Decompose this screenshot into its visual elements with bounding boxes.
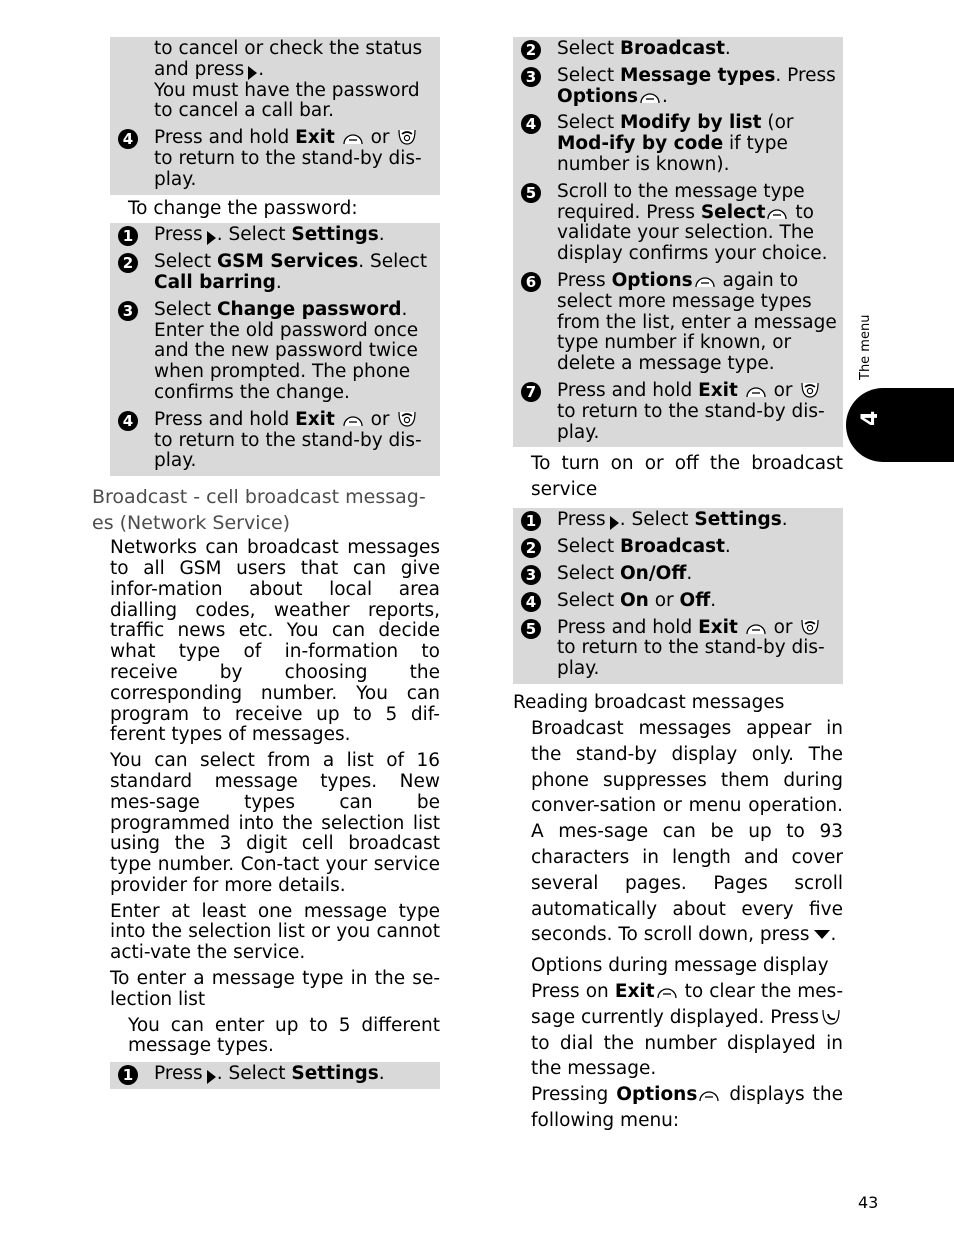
right-arrow-key-icon bbox=[248, 65, 258, 80]
step-item: 4 Press and hold Exit or to return to th… bbox=[110, 127, 440, 190]
softkey-icon bbox=[343, 413, 363, 427]
step-item: 2 Select GSM Services. Select Call barri… bbox=[110, 251, 440, 294]
exit-paragraph: Press on Exit to clear the mes-sage curr… bbox=[531, 981, 844, 1080]
step-number-badge: 4 bbox=[118, 410, 138, 431]
step-item: 7 Press and hold Exit or to return to th… bbox=[513, 380, 843, 443]
end-call-key-icon bbox=[800, 381, 820, 399]
page-number: 43 bbox=[858, 1193, 879, 1212]
softkey-icon bbox=[695, 274, 715, 288]
step-item: 1 Press. Select Settings. bbox=[513, 509, 843, 532]
step-item: 3 Select On/Off. bbox=[513, 563, 843, 585]
step-item: 2 Select Broadcast. bbox=[513, 536, 843, 559]
reading-heading: Reading broadcast messages bbox=[513, 691, 785, 713]
step-item: 2 Select Broadcast. bbox=[513, 38, 843, 60]
step-number-badge: 7 bbox=[521, 381, 541, 402]
step-continuation: to cancel or check the status and press.… bbox=[154, 38, 423, 122]
softkey-icon bbox=[640, 90, 660, 104]
change-password-label: To change the password: bbox=[128, 197, 358, 219]
step-number-badge: 4 bbox=[118, 129, 138, 150]
step-item: 3 Select Change password. Enter the old … bbox=[110, 299, 440, 404]
step-number-badge: 1 bbox=[521, 511, 541, 532]
note: You can enter up to 5 different message … bbox=[128, 1014, 440, 1057]
step-item: 6 Press Options again to select more mes… bbox=[513, 270, 843, 375]
right-arrow-key-icon bbox=[206, 231, 216, 246]
step-number-badge: 2 bbox=[118, 253, 138, 274]
softkey-icon bbox=[767, 206, 787, 220]
paragraph: Enter at least one message type into the… bbox=[110, 900, 440, 964]
step-number-badge: 3 bbox=[118, 300, 138, 321]
step-number-badge: 6 bbox=[521, 271, 541, 292]
step-number-badge: 1 bbox=[118, 226, 138, 247]
step-item: 1 Press. Select Settings. bbox=[110, 224, 440, 247]
step-item: 3 Select Message types. Press Options. bbox=[513, 65, 843, 108]
change-password-steps-box: 1 Press. Select Settings. 2 Select GSM S… bbox=[110, 223, 440, 477]
softkey-icon bbox=[746, 621, 766, 635]
onoff-steps-box: 1 Press. Select Settings. 2 Select Broad… bbox=[513, 508, 843, 684]
end-call-key-icon bbox=[397, 410, 417, 428]
paragraph: Networks can broadcast messages to all G… bbox=[110, 537, 440, 746]
chapter-number: 4 bbox=[858, 410, 883, 426]
down-arrow-key-icon bbox=[813, 930, 830, 940]
onoff-label: To turn on or off the broadcast service bbox=[531, 453, 843, 501]
step-number-badge: 3 bbox=[521, 564, 541, 585]
step-number-badge: 2 bbox=[521, 538, 541, 559]
softkey-icon bbox=[343, 131, 363, 145]
right-arrow-key-icon bbox=[609, 516, 619, 531]
softkey-icon bbox=[657, 985, 677, 999]
right-column: 2 Select Broadcast. 3 Select Message typ… bbox=[513, 37, 843, 1139]
end-call-key-icon bbox=[800, 618, 820, 636]
step-item: 1 Press. Select Settings. bbox=[110, 1063, 440, 1086]
call-bar-steps-box: to cancel or check the status and press.… bbox=[110, 37, 440, 195]
options-paragraph: Pressing Options displays the following … bbox=[531, 1084, 844, 1132]
step-item: 4 Press and hold Exit or to return to th… bbox=[110, 409, 440, 472]
step-number-badge: 1 bbox=[118, 1065, 138, 1086]
step-number-badge: 4 bbox=[521, 591, 541, 612]
softkey-icon bbox=[699, 1088, 719, 1102]
step-number-badge: 3 bbox=[521, 66, 541, 87]
call-key-icon bbox=[821, 1008, 841, 1026]
chapter-label: The menu bbox=[858, 314, 873, 380]
left-column: to cancel or check the status and press.… bbox=[92, 37, 440, 1090]
step-number-badge: 2 bbox=[521, 40, 541, 60]
step-number-badge: 5 bbox=[521, 182, 541, 203]
enter-type-steps-box: 1 Press. Select Settings. bbox=[110, 1062, 440, 1090]
reading-paragraph: Broadcast messages appear in the stand-b… bbox=[531, 717, 843, 946]
options-heading: Options during message display bbox=[531, 955, 829, 977]
step-item: 5 Scroll to the message type required. P… bbox=[513, 181, 843, 265]
end-call-key-icon bbox=[397, 128, 417, 146]
step-number-badge: 5 bbox=[521, 618, 541, 639]
section-heading: Broadcast - cell broadcast messag-es (Ne… bbox=[92, 486, 426, 535]
right-arrow-key-icon bbox=[206, 1070, 216, 1085]
step-item: 4 Select On or Off. bbox=[513, 590, 843, 612]
step-number-badge: 4 bbox=[521, 114, 541, 135]
step-item: 5 Press and hold Exit or to return to th… bbox=[513, 617, 843, 680]
paragraph: To enter a message type in the se-lectio… bbox=[110, 968, 440, 1010]
paragraph: You can select from a list of 16 standar… bbox=[110, 750, 440, 896]
message-type-steps-box: 2 Select Broadcast. 3 Select Message typ… bbox=[513, 37, 843, 448]
softkey-icon bbox=[746, 384, 766, 398]
step-item: 4 Select Modify by list (or Mod-ify by c… bbox=[513, 112, 843, 175]
